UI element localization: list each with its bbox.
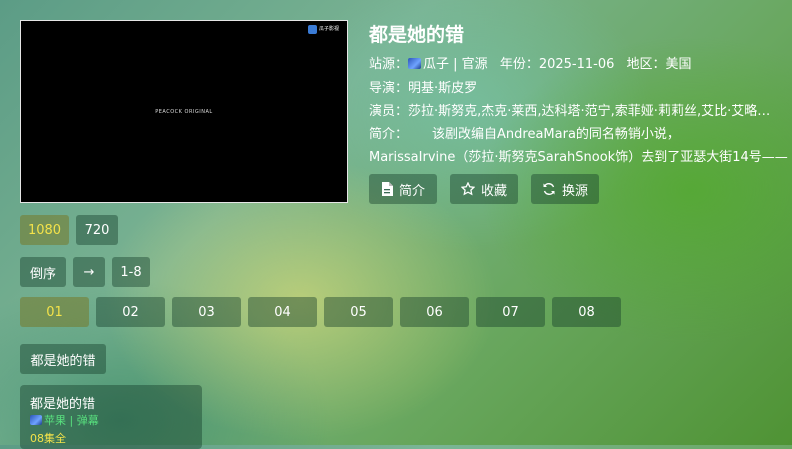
intro-label: 简介：: [369, 127, 409, 142]
page-title: 都是她的错: [369, 24, 465, 46]
source-value: 瓜子 | 官源: [423, 57, 488, 72]
source-icon: [408, 58, 422, 69]
region-label: 地区：: [626, 57, 666, 72]
channel-logo: 瓜子影视: [307, 25, 339, 34]
related-source: 苹果 | 弹幕: [30, 412, 99, 428]
episode-range-button[interactable]: 1-8: [112, 257, 150, 287]
related-source-label: 苹果 | 弹幕: [44, 414, 99, 427]
video-watermark: PEACOCK ORIGINAL: [155, 108, 213, 115]
section-label[interactable]: 都是她的错: [20, 344, 106, 374]
episode-02[interactable]: 02: [96, 297, 165, 327]
refresh-icon: [543, 183, 555, 195]
episode-07[interactable]: 07: [476, 297, 545, 327]
episode-08[interactable]: 08: [552, 297, 621, 327]
related-title: 都是她的错: [30, 397, 96, 412]
logo-text: 瓜子影视: [318, 26, 339, 32]
switch-source-label: 换源: [561, 183, 588, 199]
year-value: 2025-11-06: [538, 57, 615, 72]
source-icon: [30, 415, 42, 425]
related-count: 08集全: [30, 432, 66, 445]
star-icon: [460, 182, 475, 196]
intro-line: 简介： 该剧改编自AndreaMara的同名畅销小说，: [369, 123, 680, 142]
episode-01[interactable]: 01: [20, 297, 89, 327]
video-player[interactable]: 瓜子影视 PEACOCK ORIGINAL: [20, 20, 348, 203]
region-value: 美国: [665, 57, 692, 72]
quality-720[interactable]: 720: [76, 215, 118, 245]
director-value: 明基·斯皮罗: [408, 81, 478, 96]
intro-button[interactable]: 简介: [369, 174, 437, 204]
meta-line: 站源： 瓜子 | 官源 年份：2025-11-06 地区：美国: [369, 53, 692, 72]
episode-05[interactable]: 05: [324, 297, 393, 327]
quality-1080[interactable]: 1080: [20, 215, 69, 245]
favorite-button-label: 收藏: [480, 183, 507, 199]
document-icon: [381, 182, 393, 196]
cast-line: 演员：莎拉·斯努克,杰克·莱西,达科塔·范宁,索菲娅·莉莉丝,艾比·艾略…: [369, 100, 770, 119]
logo-icon: [307, 25, 317, 34]
intro-line-2: MarissaIrvine（莎拉·斯努克SarahSnook饰）去到了亚瑟大街1…: [369, 150, 788, 165]
year-label: 年份：: [499, 57, 539, 72]
source-label: 站源：: [369, 57, 409, 72]
intro-button-label: 简介: [398, 183, 425, 199]
sort-order-button[interactable]: 倒序: [20, 257, 66, 287]
cast-label: 演员：: [369, 104, 409, 119]
director-line: 导演：明基·斯皮罗: [369, 77, 477, 96]
intro-text-1: 该剧改编自AndreaMara的同名畅销小说，: [432, 127, 680, 142]
related-card[interactable]: 都是她的错 苹果 | 弹幕 08集全: [20, 385, 202, 449]
episode-06[interactable]: 06: [400, 297, 469, 327]
episode-04[interactable]: 04: [248, 297, 317, 327]
director-label: 导演：: [369, 81, 409, 96]
sort-direction-button[interactable]: →: [73, 257, 105, 287]
switch-source-button[interactable]: 换源: [531, 174, 599, 204]
episode-03[interactable]: 03: [172, 297, 241, 327]
favorite-button[interactable]: 收藏: [450, 174, 518, 204]
cast-value: 莎拉·斯努克,杰克·莱西,达科塔·范宁,索菲娅·莉莉丝,艾比·艾略…: [408, 104, 771, 119]
